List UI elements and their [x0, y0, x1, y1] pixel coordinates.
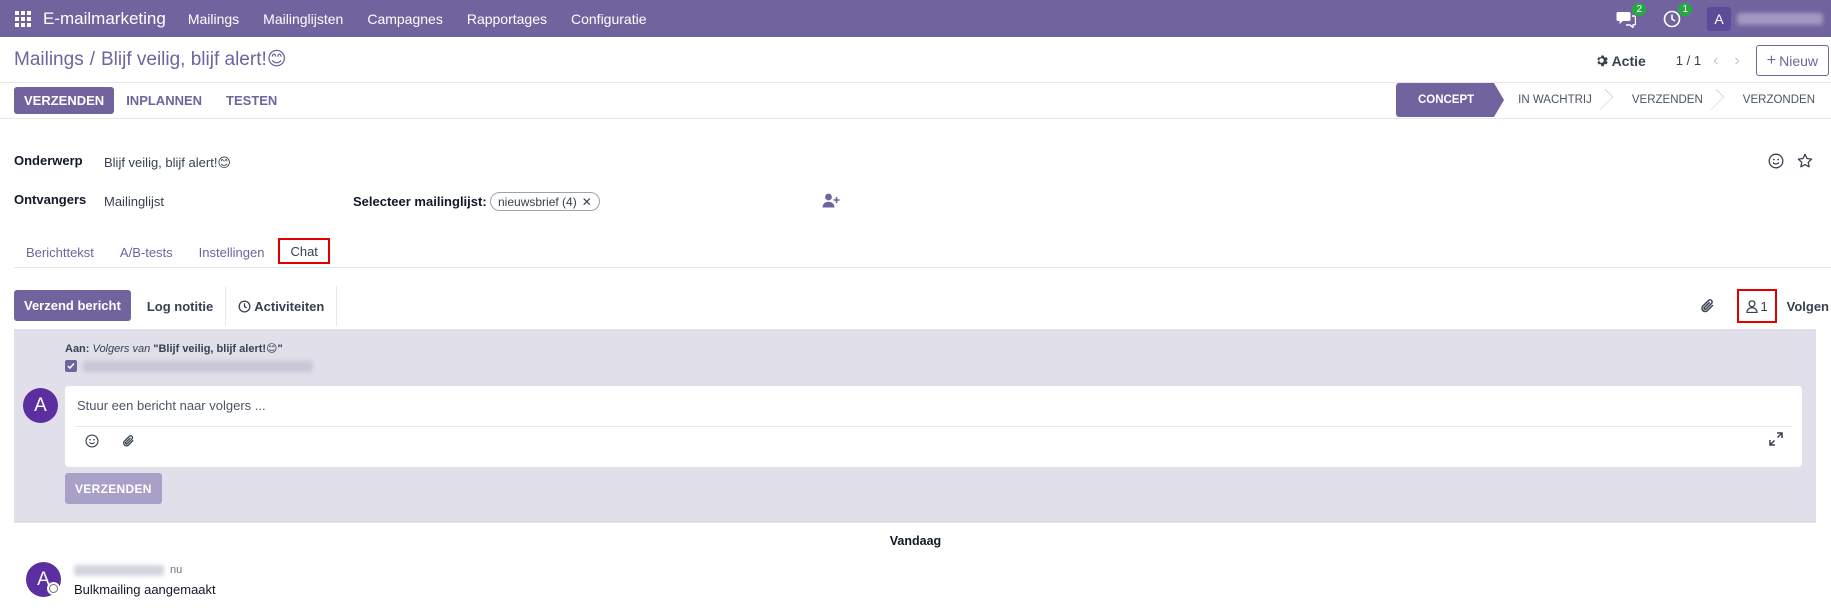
follow-button[interactable]: Volgen — [1787, 299, 1829, 314]
emoji-icon[interactable] — [85, 434, 99, 448]
recipients-label: Ontvangers — [14, 192, 87, 207]
add-contact-icon[interactable] — [822, 193, 840, 208]
activities-button[interactable]: Activiteiten — [226, 286, 338, 326]
stage-in-wachtrij[interactable]: IN WACHTRIJ — [1494, 83, 1608, 117]
tab-chat[interactable]: Chat — [278, 238, 330, 264]
smiley-icon[interactable] — [1768, 153, 1784, 169]
test-button[interactable]: TESTEN — [214, 87, 289, 114]
user-name-blurred[interactable] — [1737, 12, 1823, 25]
to-prefix: Aan: — [65, 343, 90, 355]
message-composer: Aan: Volgers van "Blijf veilig, blijf al… — [14, 329, 1816, 523]
menu-mailinglijsten[interactable]: Mailinglijsten — [263, 11, 343, 27]
follower-recipient-row — [65, 360, 313, 372]
user-icon — [1745, 299, 1758, 313]
stage-verzenden[interactable]: VERZENDEN — [1608, 83, 1719, 117]
tab-berichttekst[interactable]: Berichttekst — [14, 238, 106, 267]
action-label: Actie — [1611, 52, 1646, 69]
breadcrumb-separator: / — [89, 48, 95, 70]
notebook-tabs: Berichttekst A/B-tests Instellingen Chat — [14, 238, 1831, 268]
followers-count: 1 — [1760, 298, 1768, 314]
plus-icon: + — [1766, 51, 1777, 69]
message-input[interactable]: Stuur een bericht naar volgers ... — [77, 398, 266, 413]
activities-label: Activiteiten — [254, 298, 325, 314]
day-separator: Vandaag — [889, 534, 942, 548]
recipients-field[interactable]: Mailinglijst — [104, 194, 164, 209]
menu-mailings[interactable]: Mailings — [188, 11, 239, 27]
pager-value[interactable]: 1 / 1 — [1676, 53, 1701, 68]
app-name[interactable]: E-mailmarketing — [43, 9, 166, 29]
attach-file-icon[interactable] — [122, 434, 135, 449]
offline-status-icon — [47, 582, 60, 595]
activities-badge: 1 — [1678, 2, 1692, 16]
to-followers-label: Volgers van — [92, 343, 151, 355]
chatter-topbar: Verzend bericht Log notitie Activiteiten… — [14, 286, 1831, 326]
page-title: Blijf veilig, blijf alert!😊 — [100, 49, 287, 70]
new-label: Nieuw — [1779, 52, 1818, 69]
stage-verzonden[interactable]: VERZONDEN — [1719, 83, 1831, 117]
gear-icon — [1596, 55, 1608, 67]
composer-box: Stuur een bericht naar volgers ... — [65, 386, 1802, 467]
clock-icon — [238, 299, 251, 313]
pager-previous-icon[interactable]: ‹ — [1713, 52, 1718, 70]
breadcrumb-mailings[interactable]: Mailings — [14, 49, 84, 71]
statusbar: VERZENDEN INPLANNEN TESTEN CONCEPT IN WA… — [0, 83, 1831, 119]
composer-divider — [75, 426, 1792, 427]
mailinglist-tag[interactable]: nieuwsbrief (4) ✕ — [490, 192, 600, 211]
followers-button[interactable]: 1 — [1736, 289, 1777, 323]
stage-pipeline: CONCEPT IN WACHTRIJ VERZENDEN VERZONDEN — [1395, 83, 1831, 117]
to-record-name: "Blijf veilig, blijf alert!😊" — [153, 343, 283, 355]
mailinglist-label: Selecteer mailinglijst: — [353, 194, 487, 209]
recipients-line: Aan: Volgers van "Blijf veilig, blijf al… — [65, 342, 283, 355]
messages-icon[interactable]: 2 — [1615, 2, 1646, 30]
message-body: Bulkmailing aangemaakt — [74, 582, 216, 597]
send-mailing-button[interactable]: VERZENDEN — [14, 87, 115, 114]
messages-badge: 2 — [1632, 2, 1646, 16]
log-note-button[interactable]: Log notitie — [135, 286, 227, 326]
favorite-star-icon[interactable] — [1797, 153, 1813, 169]
tab-instellingen[interactable]: Instellingen — [187, 238, 277, 267]
apps-menu-icon[interactable] — [4, 0, 41, 37]
new-button[interactable]: + Nieuw — [1755, 45, 1829, 76]
subject-label: Onderwerp — [14, 153, 83, 168]
tab-ab-tests[interactable]: A/B-tests — [108, 238, 185, 267]
message-author-blurred[interactable] — [74, 565, 164, 576]
follower-checkbox[interactable] — [65, 360, 77, 372]
schedule-button[interactable]: INPLANNEN — [114, 87, 214, 114]
stage-concept[interactable]: CONCEPT — [1395, 83, 1505, 117]
menu-campagnes[interactable]: Campagnes — [367, 11, 443, 27]
breadcrumb: Mailings / Blijf veilig, blijf alert!😊 — [14, 48, 287, 71]
attachment-paperclip-icon[interactable] — [1700, 298, 1715, 315]
message-time: nu — [170, 564, 183, 576]
menu-configuratie[interactable]: Configuratie — [571, 11, 647, 27]
composer-send-button[interactable]: VERZENDEN — [65, 473, 162, 504]
follower-email-blurred — [83, 360, 313, 372]
remove-tag-icon[interactable]: ✕ — [582, 195, 592, 209]
menu-rapportages[interactable]: Rapportages — [467, 11, 547, 27]
control-panel: Mailings / Blijf veilig, blijf alert!😊 A… — [0, 37, 1831, 83]
action-menu-button[interactable]: Actie — [1595, 53, 1646, 69]
top-navbar: E-mailmarketing Mailings Mailinglijsten … — [0, 0, 1831, 37]
activities-clock-icon[interactable]: 1 — [1661, 2, 1692, 30]
subject-field[interactable]: Blijf veilig, blijf alert!😊 — [104, 155, 231, 171]
pager-next-icon[interactable]: › — [1734, 52, 1739, 70]
composer-avatar: A — [23, 388, 58, 423]
expand-composer-icon[interactable] — [1769, 432, 1783, 446]
send-message-button[interactable]: Verzend bericht — [14, 290, 131, 321]
user-avatar[interactable]: A — [1707, 6, 1731, 31]
mailinglist-tag-label: nieuwsbrief (4) — [498, 194, 577, 209]
